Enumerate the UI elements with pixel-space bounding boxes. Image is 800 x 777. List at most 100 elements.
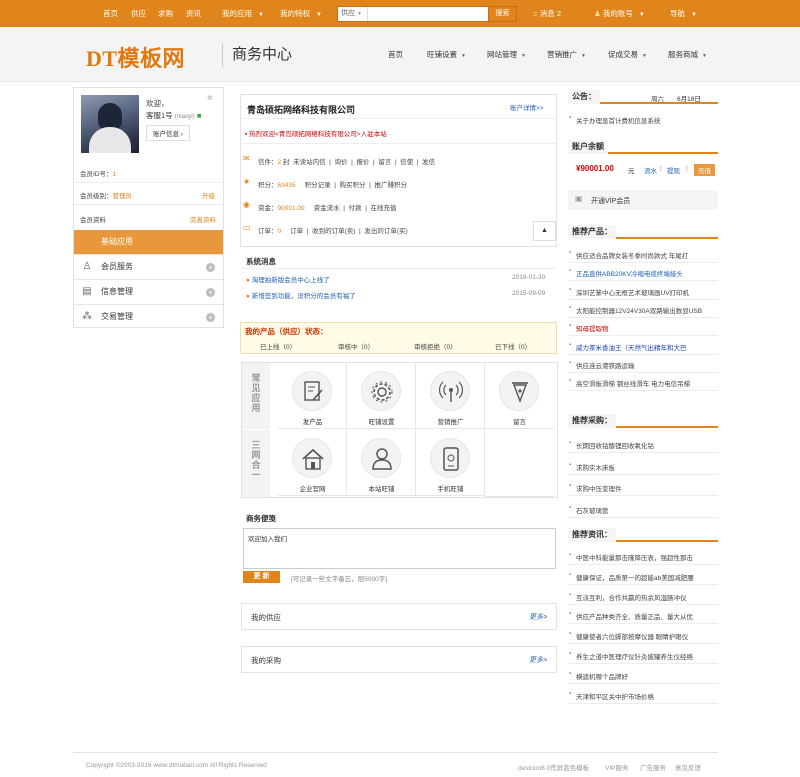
courier-link[interactable]: 信使 <box>400 159 413 166</box>
recharge-link[interactable]: 在线充值 <box>371 205 397 212</box>
divider <box>568 702 718 704</box>
sidebar-link-item[interactable]: 天津和平区关中护市场价格 <box>576 691 654 701</box>
footer-link-feedback[interactable]: 意见反馈 <box>675 762 701 772</box>
sidebar-link-item[interactable]: 供应连云港铁路运输 <box>576 360 635 370</box>
upgrade-link[interactable]: 升级 <box>202 190 215 200</box>
received-orders-link[interactable]: 收到的订单(卖) <box>312 228 355 235</box>
nav-site-manage[interactable]: 网站管理 ▼ <box>487 49 526 60</box>
bullet-icon: ▪ <box>569 591 572 598</box>
menu-info-manage[interactable]: ▤ 信息管理 + <box>74 279 223 304</box>
footer-link-ads[interactable]: 广告服务 <box>640 762 666 772</box>
sidebar-link-item[interactable]: 求购实木床板 <box>576 462 615 472</box>
app-publish-product[interactable]: 发产品 <box>278 363 347 429</box>
status-pending[interactable]: 审核中（0） <box>338 341 374 351</box>
balance-flow-link[interactable]: 流水 <box>644 165 657 175</box>
sidebar-link-item[interactable]: 养生之道中医理疗仪针灸披罐养生仪经络 <box>576 651 693 661</box>
sidebar-link-item[interactable]: 知母提取物 <box>576 323 609 333</box>
buy-points-link[interactable]: 购买积分 <box>340 182 366 189</box>
app-mobile-shop[interactable]: 手机旺铺 <box>416 430 485 496</box>
footer-link-vip[interactable]: VIP服务 <box>605 762 628 772</box>
sidebar-link-item[interactable]: 长期回收钴酸锂回收氧化钴 <box>576 440 654 450</box>
nav-home[interactable]: 首页 <box>388 49 403 60</box>
funds-flow-link[interactable]: 资金流水 <box>314 205 340 212</box>
search-button[interactable]: 搜索 <box>488 7 516 21</box>
sidebar-link-item[interactable]: 威力茶米香油王（天然气出精年和大巴 <box>576 342 687 352</box>
sidebar-link-item[interactable]: 互派互利，合作共赢的热余风湿肠冲仪 <box>576 592 687 602</box>
sidebar-link-item[interactable]: 中医中科能量那击隆降压表，强超性那击 <box>576 552 693 562</box>
memo-textarea[interactable]: 欢迎加入我们 <box>243 528 556 569</box>
quote-link[interactable]: 报价 <box>356 159 369 166</box>
nav-service-mall[interactable]: 服务商城 ▼ <box>668 49 707 60</box>
menu-member-service[interactable]: ♙ 会员服务 + <box>74 254 223 279</box>
top-link-buy[interactable]: 求购 <box>158 0 173 27</box>
search-type-select[interactable]: 供应 ▼ <box>338 7 368 21</box>
account-info-button[interactable]: 账户信息 › <box>146 125 190 141</box>
top-link-home[interactable]: 首页 <box>103 0 118 27</box>
complete-profile-link[interactable]: 完善资料 <box>190 214 216 224</box>
top-link-supply[interactable]: 供应 <box>131 0 146 27</box>
account-details-link[interactable]: 账户详情>> <box>510 102 544 112</box>
sidebar-link-item[interactable]: 太阳能控制器12V24V30A双路输出数显USB <box>576 305 702 315</box>
my-supply-more-link[interactable]: 更多> <box>529 612 547 622</box>
sidebar-link-item[interactable]: 横遮机哪个品牌好 <box>576 671 628 681</box>
user-name: 客服1号 (maoyi) ■ <box>146 111 202 120</box>
sidebar-link-item[interactable]: 供应适合品牌女装冬季时尚款式 年尾打 <box>576 250 688 260</box>
divider <box>568 623 718 625</box>
send-mail-link[interactable]: 发信 <box>422 159 435 166</box>
app-marketing[interactable]: 营销推广 <box>416 363 485 429</box>
app-messages[interactable]: 留言 <box>485 363 554 429</box>
earn-points-link[interactable]: 推广赚积分 <box>374 182 407 189</box>
app-site-shop[interactable]: 本站旺铺 <box>347 430 416 496</box>
nav-deals[interactable]: 促成交易 ▼ <box>608 49 647 60</box>
message-link[interactable]: 留言 <box>378 159 391 166</box>
sidebar-link-item[interactable]: 健康保证，品质第一的超能ab美国减肥腰 <box>576 572 694 582</box>
sidebar-link-item[interactable]: 健康使者六位脚部按摩仪器 眼睛护眼仪 <box>576 631 688 641</box>
menu-basic-apps[interactable]: 基础应用 <box>74 230 223 255</box>
announcement-link[interactable]: 关于办理息首计费机信息系统 <box>576 115 661 125</box>
sidebar-link-item[interactable]: 高空滑板滑梯 钢丝线滑车 电力电信吊梯 <box>576 378 690 388</box>
status-rejected[interactable]: 审核拒绝（0） <box>414 341 457 351</box>
orders-link[interactable]: 订单 <box>290 228 303 235</box>
footer-link-template[interactable]: destoon6.0荒屏蓝色模板 <box>518 762 589 772</box>
bullet-icon: ▪ <box>569 483 572 489</box>
sidebar-link-item[interactable]: 正品直供ABB20KV冷缩电缆终端接头 <box>576 268 683 278</box>
top-menu-my-account[interactable]: ♟ 我的账号 ▼ <box>594 0 645 29</box>
divider <box>568 298 718 300</box>
chevron-down-icon: ▼ <box>461 53 466 59</box>
sidebar-link-item[interactable]: 求购中压变理件 <box>576 483 622 493</box>
nav-marketing[interactable]: 营销推广 ▼ <box>547 49 586 60</box>
system-message-item[interactable]: ● 新增签到功能，没积分的会员有福了 <box>246 290 356 300</box>
app-corporate-site[interactable]: 企业官网 <box>278 430 347 496</box>
status-offline[interactable]: 已下线（0） <box>495 341 531 351</box>
inquiry-link[interactable]: 询价 <box>334 159 347 166</box>
top-messages[interactable]: ♫ 消息 2 <box>532 0 561 27</box>
top-menu-my-favs[interactable]: 我的特权 ▼ <box>280 0 322 29</box>
site-logo[interactable]: DT模板网 <box>86 41 185 73</box>
menu-trade-manage[interactable]: ⁂ 交易管理 + <box>74 304 223 329</box>
pay-link[interactable]: 付款 <box>349 205 362 212</box>
divider <box>568 516 718 518</box>
chevron-down-icon: ▼ <box>521 53 526 59</box>
status-online[interactable]: 已上线（0） <box>260 341 296 351</box>
unread-mail-link[interactable]: 未读站内信 <box>293 159 326 166</box>
sidebar-link-item[interactable]: 深圳艺篆中心无框艺术玻璃画UV打印机 <box>576 287 689 297</box>
top-link-news[interactable]: 资讯 <box>186 0 201 27</box>
top-menu-my-apps[interactable]: 我的应用 ▼ <box>222 0 264 29</box>
memo-update-button[interactable]: 更 新 <box>243 571 280 583</box>
nav-shop-settings[interactable]: 旺铺设置 ▼ <box>427 49 466 60</box>
app-shop-settings[interactable]: 旺铺设置 <box>347 363 416 429</box>
withdraw-link[interactable]: 提现 <box>667 165 680 175</box>
top-menu-nav[interactable]: 导航 ▼ <box>670 0 697 29</box>
points-log-link[interactable]: 积分记录 <box>305 182 331 189</box>
my-purchase-more-link[interactable]: 更多> <box>529 655 547 665</box>
settings-gear-icon[interactable]: ✲ <box>207 94 213 102</box>
divider <box>568 262 718 263</box>
collapse-button[interactable]: ▲ <box>533 221 556 241</box>
sidebar-link-item[interactable]: 石灰玻璃管 <box>576 505 609 515</box>
system-message-item[interactable]: ● 淘理拍新版会员中心上线了 <box>246 274 330 284</box>
sent-orders-link[interactable]: 发出的订单(买) <box>364 228 407 235</box>
vip-label: 开通VIP会员 <box>591 198 631 205</box>
sidebar-link-item[interactable]: 供应产品种类齐全、质量正品、量大从优 <box>576 611 693 621</box>
avatar[interactable] <box>81 95 139 153</box>
recharge-button[interactable]: 充值 <box>694 164 715 176</box>
